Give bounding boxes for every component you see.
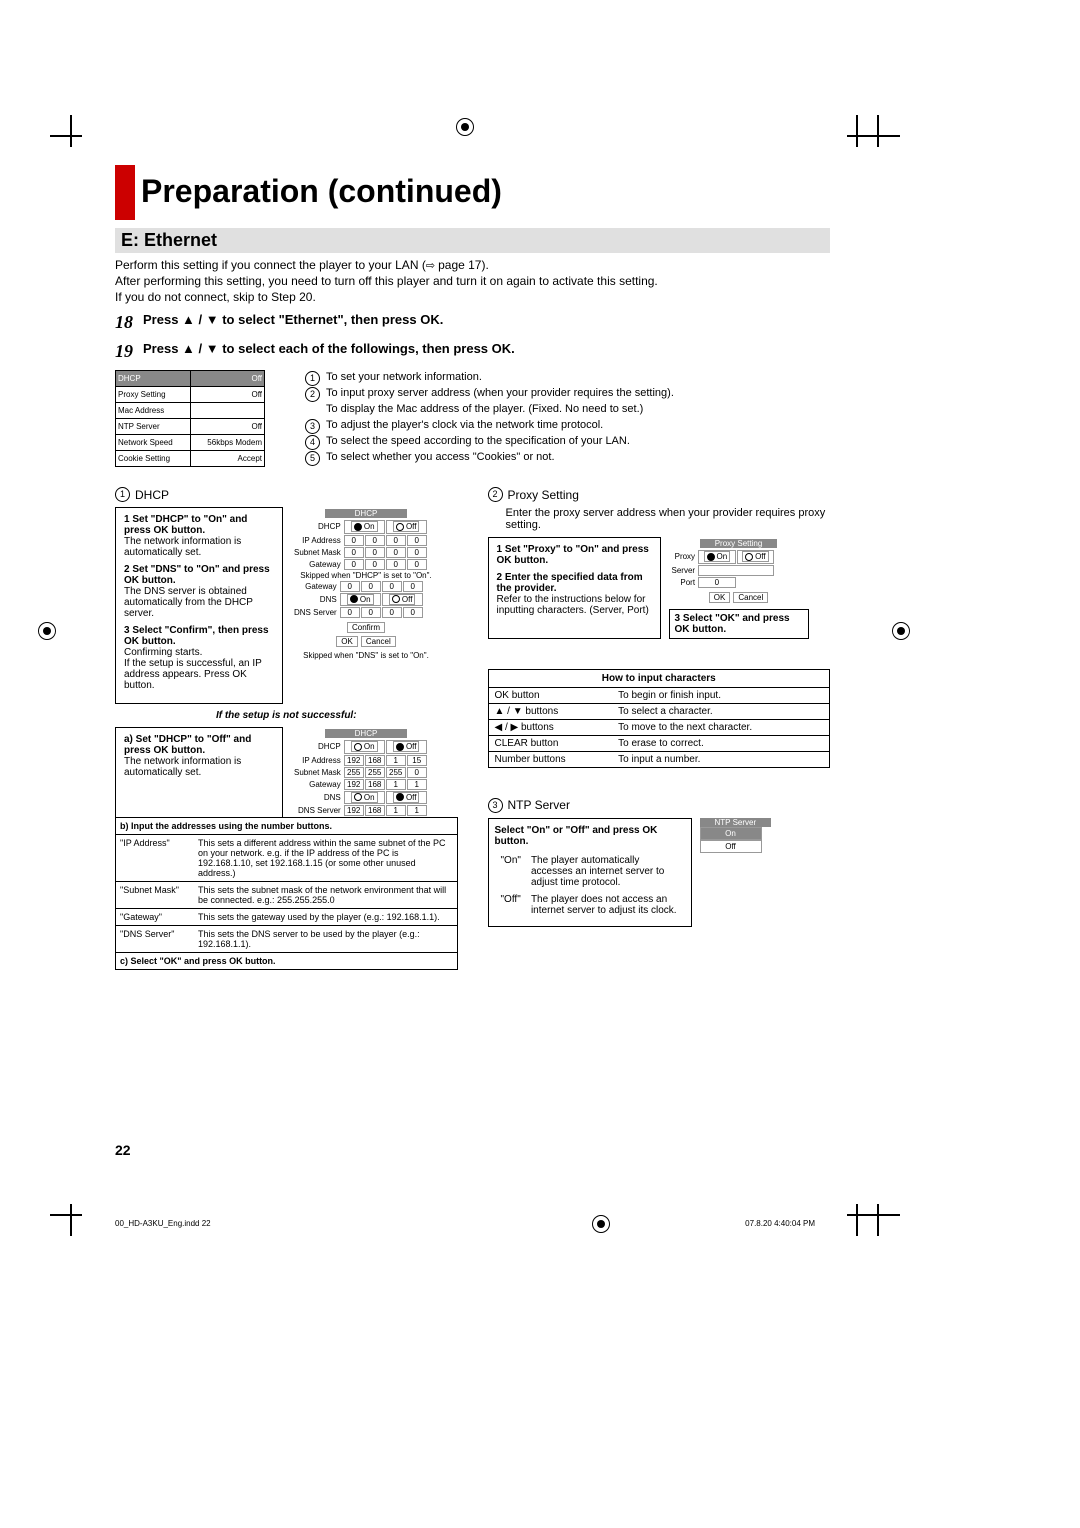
red-accent-bar — [115, 165, 135, 220]
fail-heading: If the setup is not successful: — [115, 710, 458, 721]
registration-mark-icon — [892, 622, 910, 640]
dhcp-panel-header: DHCP — [325, 509, 408, 518]
input-chars-table: How to input characters OK buttonTo begi… — [488, 669, 831, 768]
dhcp-heading: DHCP — [135, 488, 169, 502]
callout-list: 1To set your network information. 2To in… — [305, 370, 674, 467]
dhcp-panel-dns: Gateway0000 DNSOnOff DNS Server0000 — [291, 580, 424, 620]
ok-button[interactable]: OK — [709, 592, 731, 603]
ntp-off-option[interactable]: Off — [700, 840, 762, 853]
proxy-heading: Proxy Setting — [508, 488, 579, 502]
proxy-panel: ProxyOnOff Server Port0 — [669, 549, 776, 589]
ntp-panel: NTP Server On Off — [700, 818, 772, 927]
step-text: Press ▲ / ▼ to select each of the follow… — [143, 341, 515, 362]
cancel-button[interactable]: Cancel — [361, 636, 396, 647]
footer: 00_HD-A3KU_Eng.indd 22 07.8.20 4:40:04 P… — [115, 1219, 815, 1228]
dhcp-off-panel: DHCPOnOff IP Address192168115 Subnet Mas… — [291, 739, 428, 817]
page-ref-icon: ⇨ — [426, 260, 438, 272]
address-definitions: b) Input the addresses using the number … — [115, 817, 458, 970]
ok-button[interactable]: OK — [336, 636, 358, 647]
cancel-button[interactable]: Cancel — [733, 592, 768, 603]
step-number: 19 — [115, 341, 133, 362]
step-text: Press ▲ / ▼ to select "Ethernet", then p… — [143, 312, 443, 333]
settings-menu: DHCPOff Proxy SettingOff Mac Address NTP… — [115, 370, 265, 467]
dhcp-panel: DHCPOnOff IP Address0000 Subnet Mask0000… — [291, 519, 428, 571]
section-title: E: Ethernet — [115, 228, 830, 253]
confirm-button[interactable]: Confirm — [347, 622, 385, 633]
ntp-on-option[interactable]: On — [700, 827, 762, 840]
step-number: 18 — [115, 312, 133, 333]
registration-mark-icon — [456, 118, 474, 136]
registration-mark-icon — [38, 622, 56, 640]
ntp-options-desc: "On"The player automatically accesses an… — [495, 851, 685, 920]
ntp-heading: NTP Server — [508, 798, 570, 812]
intro-text: Perform this setting if you connect the … — [115, 258, 830, 304]
page-title: Preparation (continued) — [141, 173, 502, 210]
page-number: 22 — [115, 1142, 131, 1158]
